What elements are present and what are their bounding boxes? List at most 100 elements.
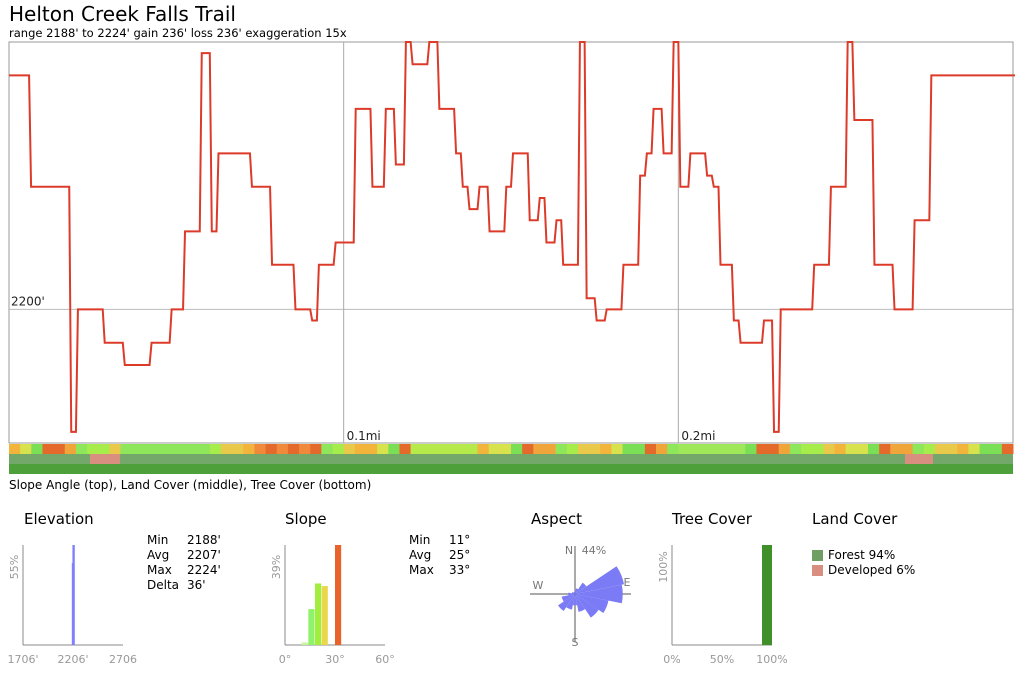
slope-strip-cell <box>577 444 590 454</box>
slope-bar <box>301 642 308 645</box>
slope-strip-cell <box>365 444 378 454</box>
legend-label: Developed 6% <box>828 563 916 577</box>
slope-strip-cell <box>64 444 77 454</box>
aspect-peak-label: 44% <box>582 544 606 557</box>
slope-strip-cell <box>299 444 311 454</box>
y-tick-label: 39% <box>270 555 283 579</box>
slope-strip-cell <box>700 444 713 454</box>
plot-frame <box>8 41 1014 444</box>
slope-strip-cell <box>801 444 813 454</box>
slope-strip-cell <box>767 444 780 454</box>
slope-strip-cell <box>867 444 880 454</box>
elevation-profile-chart[interactable]: 2200' 0.1mi 0.2mi <box>0 0 1024 500</box>
x-tick-label: 2206' <box>57 653 88 666</box>
slope-strip-cell <box>444 444 456 454</box>
x-tick-label: 60° <box>375 653 395 666</box>
elevation-panel-title: Elevation <box>24 510 94 528</box>
stat-value: 25° <box>449 548 471 562</box>
slope-strip-cell <box>745 444 757 454</box>
stat-label: Max <box>147 563 172 577</box>
aspect-rose-chart: N 44% E S W <box>530 544 631 649</box>
slope-panel-title: Slope <box>285 510 327 528</box>
slope-strip-cell <box>533 444 545 454</box>
slope-strip-cell <box>20 444 32 454</box>
slope-strip-cell <box>823 444 836 454</box>
slope-strip-cell <box>477 444 490 454</box>
slope-strip-cell <box>388 444 400 454</box>
stat-label: Min <box>409 533 431 547</box>
tree-cover-panel-title: Tree Cover <box>672 510 752 528</box>
tree-cover-strip <box>9 464 1013 474</box>
slope-stats: Min 11° Avg 25° Max 33° <box>409 533 470 578</box>
slope-strip-cell <box>254 444 267 454</box>
slope-strip-cell <box>220 444 233 454</box>
slope-strip-cell <box>243 444 255 454</box>
slope-strip-cell <box>934 444 947 454</box>
slope-strip-cell <box>756 444 769 454</box>
stat-label: Avg <box>147 548 170 562</box>
slope-strip-cell <box>644 444 657 454</box>
developed-swatch <box>812 565 823 576</box>
slope-strip-cell <box>990 444 1003 454</box>
slope-strip-cell <box>511 444 523 454</box>
distance-label: 0.2mi <box>681 429 715 443</box>
slope-strip-cell <box>142 444 155 454</box>
slope-strip-cell <box>321 444 334 454</box>
slope-strip-cell <box>555 444 568 454</box>
slope-strip-cell <box>120 444 133 454</box>
slope-strip-cell <box>1001 444 1014 454</box>
compass-e: E <box>624 576 631 589</box>
compass-n: N <box>565 544 573 557</box>
stat-value: 2188' <box>187 533 221 547</box>
land-cover-strip <box>9 454 1013 464</box>
slope-strip-cell <box>722 444 735 454</box>
forest-swatch <box>812 550 823 561</box>
slope-strip-cell <box>187 444 200 454</box>
slope-strip-cell <box>332 444 345 454</box>
slope-strip-cell <box>890 444 902 454</box>
slope-strip-cell <box>410 444 423 454</box>
x-tick-label: 100% <box>756 653 787 666</box>
slope-strip-cell <box>968 444 981 454</box>
slope-strip-cell <box>789 444 802 454</box>
stat-label: Delta <box>147 578 180 592</box>
slope-strip-cell <box>343 444 356 454</box>
slope-strip-cell <box>154 444 166 454</box>
strips-caption: Slope Angle (top), Land Cover (middle), … <box>9 478 372 492</box>
slope-strip-cell <box>198 444 211 454</box>
compass-w: W <box>533 579 544 592</box>
x-tick-label: 50% <box>710 653 734 666</box>
slope-strip-cell <box>87 444 99 454</box>
slope-strip-cell <box>131 444 144 454</box>
slope-strip-cell <box>421 444 434 454</box>
compass-s: S <box>572 636 579 649</box>
slope-strip-cell <box>31 444 43 454</box>
slope-bar <box>315 583 322 645</box>
slope-strip-cell <box>957 444 969 454</box>
slope-strip-cell <box>946 444 958 454</box>
legend-item-forest: Forest 94% <box>812 548 915 563</box>
distance-label: 0.1mi <box>347 429 381 443</box>
slope-strip-cell <box>622 444 635 454</box>
slope-strip-cell <box>522 444 534 454</box>
slope-bar <box>321 586 328 645</box>
stat-value: 11° <box>449 533 471 547</box>
slope-strip-cell <box>399 444 412 454</box>
tree-cover-bar <box>762 545 772 645</box>
slope-strip-cell <box>75 444 88 454</box>
slope-strip-cell <box>778 444 791 454</box>
slope-strip-cell <box>678 444 690 454</box>
slope-strip-cell <box>232 444 244 454</box>
slope-strip-cell <box>856 444 869 454</box>
y-tick-label: 55% <box>8 555 21 579</box>
x-tick-label: 0° <box>279 653 292 666</box>
slope-strip-cell <box>287 444 300 454</box>
slope-bar <box>335 545 342 645</box>
stat-label: Avg <box>409 548 432 562</box>
slope-histogram: 39% 0° 30° 60° <box>270 545 395 666</box>
slope-strip-cell <box>488 444 501 454</box>
slope-strip-cell <box>734 444 746 454</box>
slope-strip-cell <box>265 444 278 454</box>
stat-label: Min <box>147 533 169 547</box>
stat-value: 2207' <box>187 548 221 562</box>
